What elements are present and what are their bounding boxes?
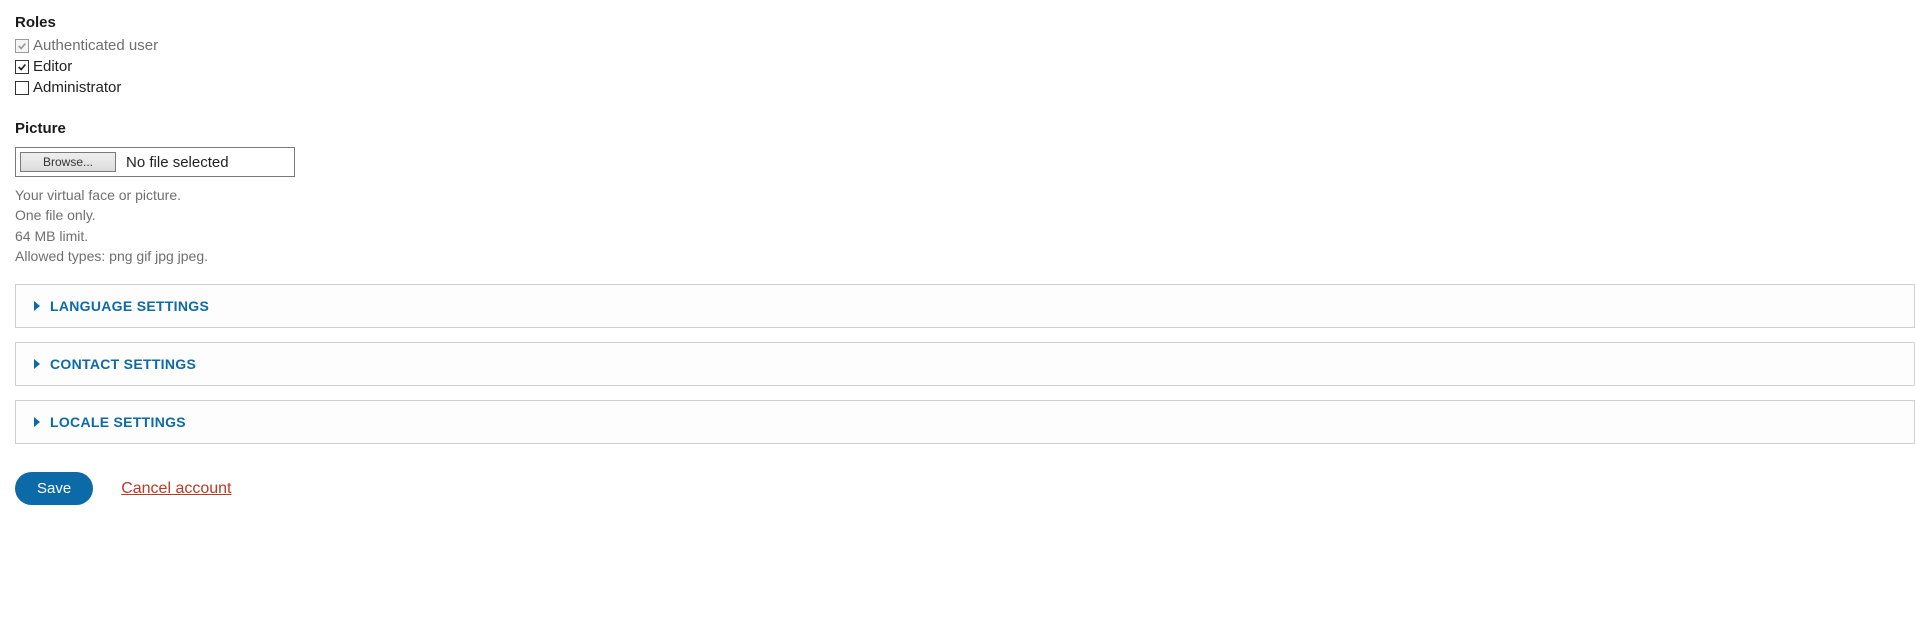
- picture-hint: 64 MB limit.: [15, 226, 1915, 246]
- roles-heading: Roles: [15, 14, 1915, 31]
- details-title: CONTACT SETTINGS: [50, 356, 196, 372]
- checkbox-administrator[interactable]: [15, 81, 29, 95]
- caret-right-icon: [34, 359, 40, 369]
- picture-heading: Picture: [15, 120, 1915, 137]
- details-title: LANGUAGE SETTINGS: [50, 298, 209, 314]
- details-language-settings[interactable]: LANGUAGE SETTINGS: [15, 284, 1915, 328]
- file-input[interactable]: Browse... No file selected: [15, 147, 295, 177]
- roles-section: Roles Authenticated user Editor Administ…: [15, 14, 1915, 96]
- role-label: Administrator: [33, 79, 121, 96]
- picture-hint: Allowed types: png gif jpg jpeg.: [15, 246, 1915, 266]
- details-title: LOCALE SETTINGS: [50, 414, 186, 430]
- details-contact-settings[interactable]: CONTACT SETTINGS: [15, 342, 1915, 386]
- role-label: Authenticated user: [33, 37, 158, 54]
- caret-right-icon: [34, 417, 40, 427]
- cancel-account-link[interactable]: Cancel account: [121, 480, 231, 498]
- picture-hint: One file only.: [15, 205, 1915, 225]
- caret-right-icon: [34, 301, 40, 311]
- file-status-text: No file selected: [126, 154, 229, 171]
- checkbox-editor[interactable]: [15, 60, 29, 74]
- role-row-editor: Editor: [15, 58, 1915, 75]
- browse-button[interactable]: Browse...: [20, 152, 116, 172]
- form-actions: Save Cancel account: [15, 472, 1915, 505]
- picture-hint: Your virtual face or picture.: [15, 185, 1915, 205]
- details-locale-settings[interactable]: LOCALE SETTINGS: [15, 400, 1915, 444]
- role-row-authenticated: Authenticated user: [15, 37, 1915, 54]
- picture-section: Picture Browse... No file selected Your …: [15, 120, 1915, 266]
- role-label: Editor: [33, 58, 72, 75]
- role-row-administrator: Administrator: [15, 79, 1915, 96]
- checkbox-authenticated-user: [15, 39, 29, 53]
- save-button[interactable]: Save: [15, 472, 93, 505]
